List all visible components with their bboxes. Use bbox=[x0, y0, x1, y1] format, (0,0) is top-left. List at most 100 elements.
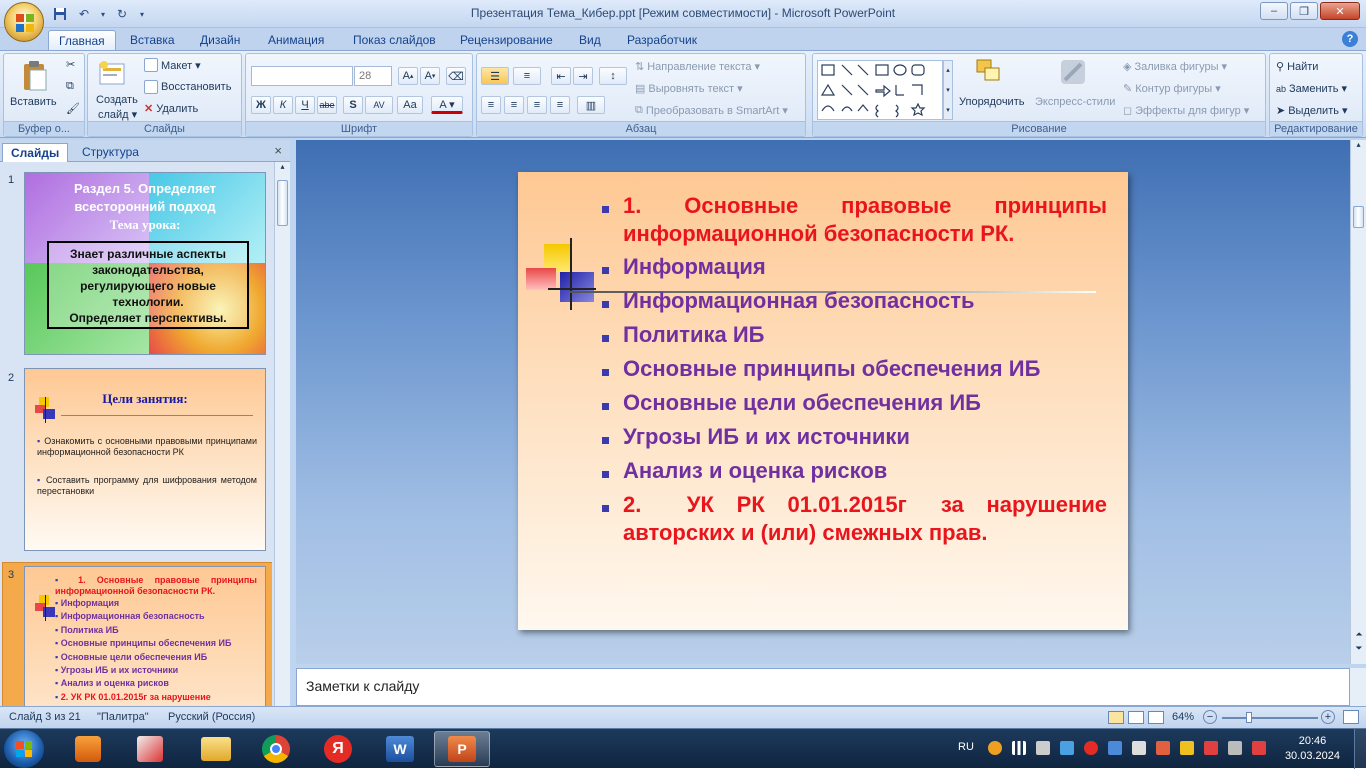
slide-thumbnail-3[interactable]: ▪ 1. Основные правовые принципы информац… bbox=[24, 566, 266, 706]
prev-slide-icon[interactable]: ⏶ bbox=[1351, 629, 1366, 640]
cut-icon[interactable]: ✂ bbox=[66, 58, 75, 71]
align-center-icon[interactable]: ≡ bbox=[504, 96, 524, 114]
tray-app-5-icon[interactable] bbox=[1228, 741, 1242, 755]
new-slide-label-1[interactable]: Создать bbox=[96, 94, 138, 106]
new-slide-label-2[interactable]: слайд ▾ bbox=[98, 108, 137, 121]
slides-pane-scrollbar[interactable]: ▴ bbox=[274, 162, 290, 706]
paste-button[interactable]: Вставить bbox=[10, 96, 57, 108]
slideshow-icon[interactable] bbox=[1148, 711, 1164, 724]
shape-outline-button[interactable]: ✎ Контур фигуры ▾ bbox=[1123, 82, 1221, 95]
line-spacing-icon[interactable]: ↕ bbox=[599, 67, 627, 85]
quick-styles-icon[interactable] bbox=[1059, 58, 1089, 88]
underline-button[interactable]: Ч bbox=[295, 96, 315, 114]
shapes-gallery[interactable] bbox=[817, 60, 943, 120]
shape-effects-button[interactable]: ◻ Эффекты для фигур ▾ bbox=[1123, 104, 1249, 117]
change-case-button[interactable]: Aa bbox=[397, 96, 423, 114]
arrange-icon[interactable] bbox=[975, 58, 1005, 88]
zoom-slider[interactable] bbox=[1222, 712, 1318, 723]
clock[interactable]: 20:46 30.03.2024 bbox=[1285, 734, 1340, 764]
increase-indent-icon[interactable]: ⇥ bbox=[573, 67, 593, 85]
align-left-icon[interactable]: ≡ bbox=[481, 96, 501, 114]
show-desktop-button[interactable] bbox=[1354, 729, 1366, 769]
tab-design[interactable]: Дизайн bbox=[190, 30, 250, 50]
tab-view[interactable]: Вид bbox=[569, 30, 611, 50]
notes-scrollbar[interactable] bbox=[1350, 668, 1366, 706]
decrease-indent-icon[interactable]: ⇤ bbox=[551, 67, 571, 85]
tray-app-2-icon[interactable] bbox=[1156, 741, 1170, 755]
numbering-icon[interactable]: ≡ bbox=[513, 67, 541, 85]
notes-pane[interactable]: Заметки к слайду bbox=[296, 668, 1350, 706]
select-button[interactable]: ➤ Выделить ▾ bbox=[1276, 104, 1348, 117]
columns-icon[interactable]: ▥ bbox=[577, 96, 605, 114]
tray-monitor-icon[interactable] bbox=[1036, 741, 1050, 755]
char-spacing-button[interactable]: AV bbox=[365, 96, 393, 114]
text-direction-button[interactable]: ⇅ Направление текста ▾ bbox=[635, 60, 760, 73]
scroll-up-icon[interactable]: ▴ bbox=[275, 162, 290, 176]
paste-icon[interactable] bbox=[20, 60, 50, 91]
taskbar-chrome[interactable] bbox=[248, 731, 304, 767]
slide-thumbnail-1[interactable]: Раздел 5. Определяет всесторонний подход… bbox=[24, 172, 266, 355]
tab-animation[interactable]: Анимация bbox=[258, 30, 334, 50]
shadow-button[interactable]: S bbox=[343, 96, 363, 114]
taskbar-explorer[interactable] bbox=[188, 731, 244, 767]
layout-button[interactable]: Макет ▾ bbox=[144, 58, 201, 72]
language-status[interactable]: Русский (Россия) bbox=[168, 711, 255, 723]
tab-slides[interactable]: Слайды bbox=[2, 143, 69, 162]
arrange-button[interactable]: Упорядочить bbox=[959, 96, 1024, 108]
bold-button[interactable]: Ж bbox=[251, 96, 271, 114]
tab-outline[interactable]: Структура bbox=[74, 143, 147, 162]
format-painter-icon[interactable]: 🖌 bbox=[66, 102, 80, 115]
tray-app-3-icon[interactable] bbox=[1180, 741, 1194, 755]
quick-styles-button[interactable]: Экспресс-стили bbox=[1035, 96, 1115, 108]
strikethrough-button[interactable]: abe bbox=[317, 96, 337, 114]
current-slide[interactable]: 1. Основные правовые принципы информацио… bbox=[518, 172, 1128, 630]
close-button[interactable]: ✕ bbox=[1320, 2, 1360, 20]
replace-button[interactable]: ab Заменить ▾ bbox=[1276, 82, 1347, 95]
bullets-icon[interactable]: ☰ bbox=[481, 67, 509, 85]
italic-button[interactable]: К bbox=[273, 96, 293, 114]
zoom-slider-thumb[interactable] bbox=[1246, 712, 1252, 723]
fit-to-window-icon[interactable] bbox=[1343, 710, 1359, 724]
volume-icon[interactable] bbox=[1132, 741, 1146, 755]
input-language[interactable]: RU bbox=[958, 741, 974, 753]
new-slide-icon[interactable] bbox=[98, 60, 128, 90]
copy-icon[interactable]: ⧉ bbox=[66, 80, 74, 93]
slide-thumbnail-2[interactable]: Цели занятия: ▪ Ознакомить с основными п… bbox=[24, 368, 266, 551]
find-button[interactable]: ⚲ Найти bbox=[1276, 60, 1318, 74]
tray-app-icon[interactable] bbox=[988, 741, 1002, 755]
scroll-up-icon[interactable]: ▴ bbox=[1351, 140, 1366, 154]
start-button[interactable] bbox=[4, 730, 44, 768]
help-icon[interactable]: ? bbox=[1342, 31, 1358, 47]
tray-app-4-icon[interactable] bbox=[1204, 741, 1218, 755]
taskbar-yandex[interactable]: Я bbox=[310, 731, 366, 767]
tray-user-icon[interactable] bbox=[1108, 741, 1122, 755]
zoom-level[interactable]: 64% bbox=[1172, 711, 1194, 723]
taskbar-word[interactable]: W bbox=[372, 731, 428, 767]
align-text-button[interactable]: ▤ Выровнять текст ▾ bbox=[635, 82, 743, 95]
tab-developer[interactable]: Разработчик bbox=[617, 30, 707, 50]
reset-button[interactable]: Восстановить bbox=[144, 80, 231, 94]
clear-formatting-icon[interactable]: ⌫ bbox=[446, 67, 466, 85]
next-slide-icon[interactable]: ⏷ bbox=[1351, 643, 1366, 654]
slide-sorter-icon[interactable] bbox=[1128, 711, 1144, 724]
delete-button[interactable]: ✕ Удалить bbox=[144, 102, 198, 116]
taskbar-powerpoint[interactable]: P bbox=[434, 731, 490, 767]
tab-review[interactable]: Рецензирование bbox=[450, 30, 563, 50]
justify-icon[interactable]: ≡ bbox=[550, 96, 570, 114]
tray-network-icon[interactable] bbox=[1060, 741, 1074, 755]
minimize-button[interactable]: – bbox=[1260, 2, 1288, 20]
scroll-thumb[interactable] bbox=[277, 180, 288, 226]
grow-font-icon[interactable]: A ▴ bbox=[398, 67, 418, 85]
taskbar-app-2[interactable] bbox=[122, 731, 178, 767]
scroll-thumb[interactable] bbox=[1353, 206, 1364, 228]
slide-vertical-scrollbar[interactable]: ▴ ⏶ ⏷ bbox=[1350, 140, 1366, 664]
tab-insert[interactable]: Вставка bbox=[120, 30, 185, 50]
restore-button[interactable]: ❐ bbox=[1290, 2, 1318, 20]
shrink-font-icon[interactable]: A ▾ bbox=[420, 67, 440, 85]
zoom-out-icon[interactable]: − bbox=[1203, 710, 1217, 724]
signal-icon[interactable] bbox=[1012, 741, 1026, 755]
smartart-button[interactable]: ⧉ Преобразовать в SmartArt ▾ bbox=[635, 104, 788, 117]
tray-yandex-icon[interactable] bbox=[1084, 741, 1098, 755]
font-size-field[interactable]: 28 bbox=[354, 66, 392, 86]
tab-home[interactable]: Главная bbox=[48, 30, 116, 50]
